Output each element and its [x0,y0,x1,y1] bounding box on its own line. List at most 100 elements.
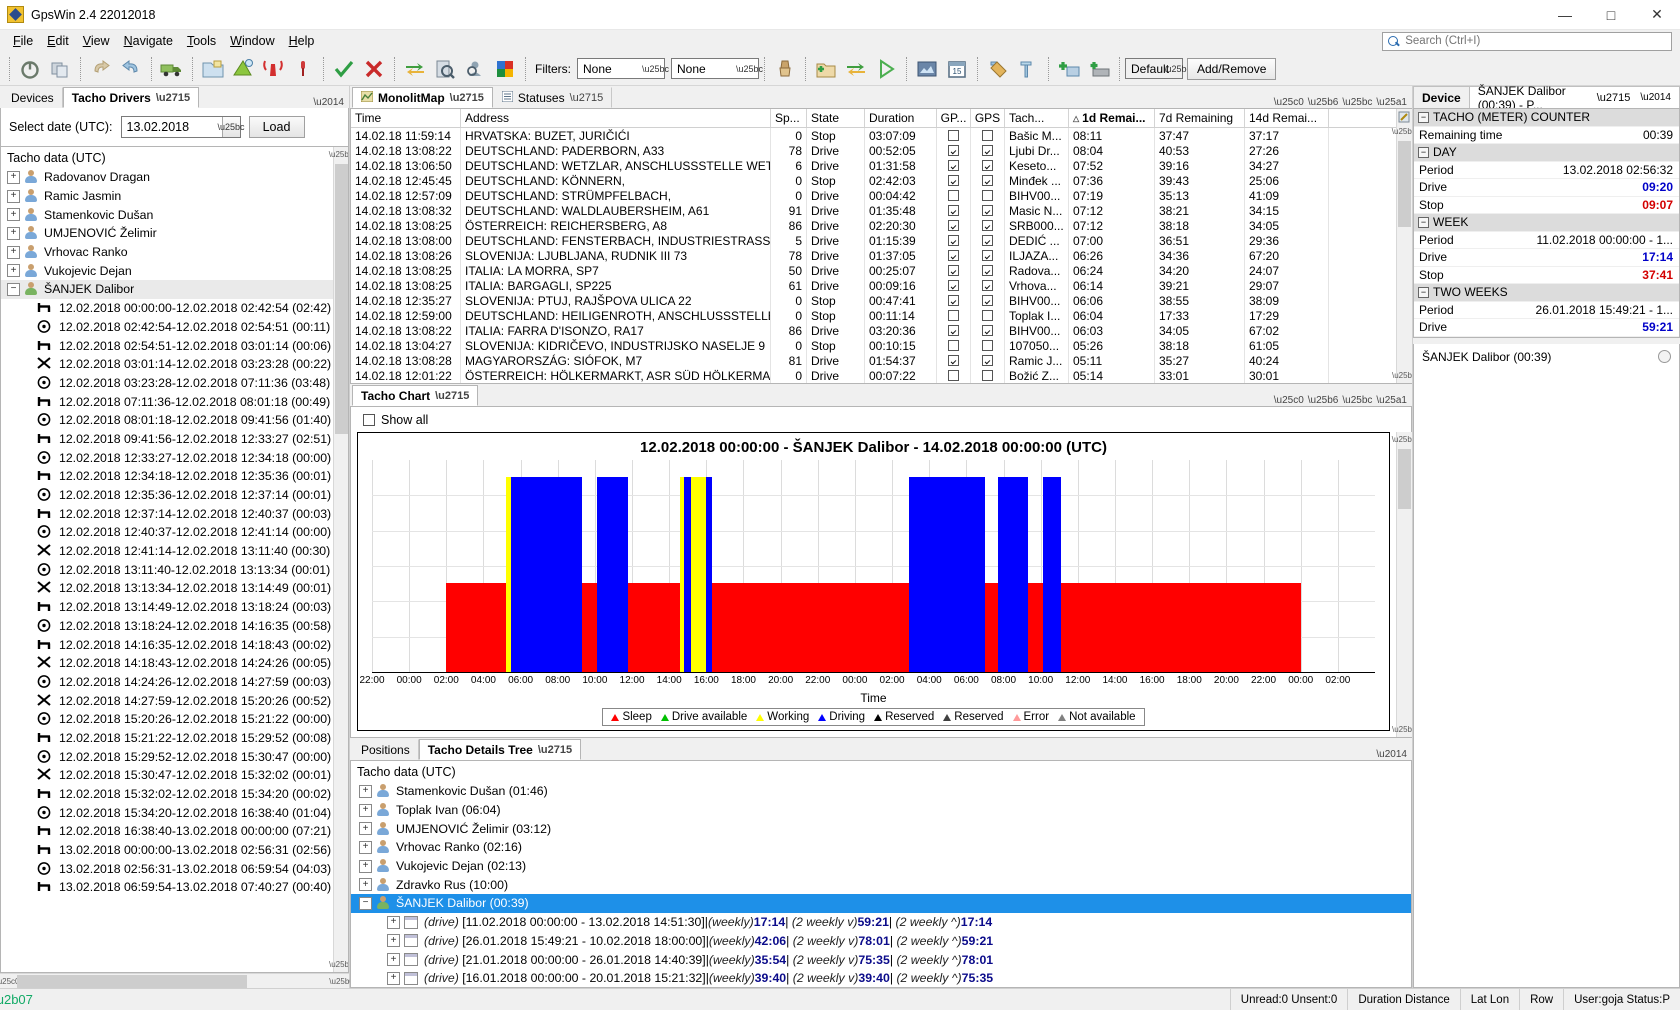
scroll-left-icon[interactable]: \u25c0 [0,974,20,989]
minimize-panel-icon[interactable]: \u2014 [1376,749,1407,760]
scroll-track[interactable] [1396,447,1412,722]
close-icon[interactable]: \u2715 [570,92,604,104]
tab-tacho-chart[interactable]: Tacho Chart \u2715 [352,385,479,406]
search-input[interactable] [1403,34,1667,48]
bottom-driver-row[interactable]: + Stamenkovic Dušan (01:46) [351,782,1411,801]
activity-row[interactable]: 12.02.2018 13:14:49-12.02.2018 13:18:24 … [1,598,333,617]
checkbox-gp[interactable] [948,235,959,246]
grid-settings-icon[interactable] [1396,109,1412,124]
calendar-icon[interactable]: 15 [943,55,971,83]
prev-icon[interactable]: \u25c0 [1274,395,1304,406]
grid-cell-gps[interactable] [971,308,1005,323]
activity-row[interactable]: 12.02.2018 02:42:54-12.02.2018 02:54:51 … [1,318,333,337]
bottom-driver-row-selected[interactable]: − ŠANJEK Dalibor (00:39) [351,894,1411,913]
find-person-icon[interactable] [461,55,489,83]
profile-select[interactable]: Default \u25bc [1125,58,1191,79]
next-icon[interactable]: \u25b6 [1308,97,1339,108]
expand-icon[interactable]: + [7,170,20,184]
menu-icon[interactable]: \u25bc [1342,395,1372,406]
minimize-button[interactable]: — [1542,0,1588,30]
checkbox-gps[interactable] [982,310,993,321]
table-row[interactable]: 14.02.18 13:08:25 ÖSTERREICH: REICHERSBER… [351,218,1396,233]
prev-icon[interactable]: \u25c0 [1274,97,1304,108]
add-group-icon[interactable] [1055,55,1083,83]
config-tool-icon[interactable] [984,55,1012,83]
bottom-driver-row[interactable]: + Zdravko Rus (10:00) [351,875,1411,894]
delete-icon[interactable] [360,55,388,83]
grid-header-7[interactable]: Tach... [1005,109,1069,127]
activity-row[interactable]: 12.02.2018 12:37:14-12.02.2018 12:40:37 … [1,504,333,523]
grid-cell-gps[interactable] [971,158,1005,173]
table-row[interactable]: 14.02.18 13:08:25 ITALIA: LA MORRA, SP7 50… [351,263,1396,278]
bottom-driver-row[interactable]: + Vukojevic Dejan (02:13) [351,857,1411,876]
group-header[interactable]: − TACHO (METER) COUNTER [1414,109,1679,127]
checkbox-gps[interactable] [982,220,993,231]
google-icon[interactable] [491,55,519,83]
menu-tools[interactable]: Tools [180,32,223,50]
checkbox-gp[interactable] [948,325,959,336]
scroll-thumb[interactable] [17,974,247,988]
activity-row[interactable]: 12.02.2018 09:41:56-12.02.2018 12:33:27 … [1,430,333,449]
table-row[interactable]: 14.02.18 13:08:25 ITALIA: BARGAGLI, SP225… [351,278,1396,293]
grid-cell-gp[interactable] [937,218,971,233]
collapse-icon[interactable]: − [1418,111,1429,123]
clean-icon[interactable] [771,55,799,83]
grid-header-8[interactable]: △ 1d Remai... [1069,109,1155,127]
swap-icon[interactable] [401,55,429,83]
table-row[interactable]: 14.02.18 13:08:00 DEUTSCHLAND: FENSTERBAC… [351,233,1396,248]
table-row[interactable]: 14.02.18 13:08:26 SLOVENIJA: LJUBLJANA, R… [351,248,1396,263]
expand-icon[interactable]: + [387,915,400,929]
grid-cell-gp[interactable] [937,173,971,188]
checkbox-gp[interactable] [948,355,959,366]
sidebar-driver-row[interactable]: + UMJENOVIĆ Želimir [1,224,333,243]
grid-cell-gp[interactable] [937,128,971,143]
expand-icon[interactable]: + [7,245,20,259]
grid-cell-gp[interactable] [937,278,971,293]
table-row[interactable]: 14.02.18 12:45:45 DEUTSCHLAND: KÖNNERN, 0 S… [351,173,1396,188]
close-icon[interactable]: \u2715 [538,744,572,756]
grid-cell-gps[interactable] [971,173,1005,188]
expand-icon[interactable]: + [7,189,20,203]
checkbox-gp[interactable] [948,295,959,306]
undo-icon[interactable] [87,55,115,83]
grid-cell-gp[interactable] [937,158,971,173]
grid-cell-gp[interactable] [937,188,971,203]
grid-cell-gp[interactable] [937,233,971,248]
activity-row[interactable]: 12.02.2018 15:20:26-12.02.2018 15:21:22 … [1,710,333,729]
grid-cell-gp[interactable] [937,263,971,278]
table-row[interactable]: 14.02.18 13:08:32 DEUTSCHLAND: WALDLAUBER… [351,203,1396,218]
grid-cell-gps[interactable] [971,128,1005,143]
scroll-down-icon[interactable]: \u25bc [1392,722,1416,737]
grid-cell-gps[interactable] [971,353,1005,368]
checkbox-gp[interactable] [948,370,959,381]
copy-icon[interactable] [46,55,74,83]
scroll-up-icon[interactable]: \u25b2 [1392,432,1416,447]
date-input[interactable]: 13.02.2018 \u25bc [120,116,245,138]
expand-icon[interactable]: + [7,226,20,240]
play-icon[interactable] [872,55,900,83]
activity-row[interactable]: 12.02.2018 15:29:52-12.02.2018 15:30:47 … [1,747,333,766]
grid-cell-gps[interactable] [971,323,1005,338]
grid-header-1[interactable]: Address [461,109,771,127]
checkbox-gps[interactable] [982,250,993,261]
checkbox-gps[interactable] [982,370,993,381]
checkbox-gps[interactable] [982,145,993,156]
search-doc-icon[interactable] [431,55,459,83]
checkbox-gp[interactable] [948,130,959,141]
checkbox-gps[interactable] [982,280,993,291]
activity-row[interactable]: 13.02.2018 00:00:00-13.02.2018 02:56:31 … [1,841,333,860]
close-button[interactable]: ✕ [1634,0,1680,30]
checkbox-gp[interactable] [948,190,959,201]
activity-row[interactable]: 12.02.2018 02:54:51-12.02.2018 03:01:14 … [1,336,333,355]
menu-icon[interactable]: \u25bc [1342,97,1372,108]
activity-row[interactable]: 12.02.2018 12:34:18-12.02.2018 12:35:36 … [1,467,333,486]
next-icon[interactable]: \u25b6 [1308,395,1339,406]
hammer-icon[interactable] [1014,55,1042,83]
expand-icon[interactable]: + [359,878,372,892]
tab-monolitmap[interactable]: MonolitMap \u2715 [352,87,493,108]
group-header[interactable]: − WEEK [1414,214,1679,232]
activity-row[interactable]: 12.02.2018 00:00:00-12.02.2018 02:42:54 … [1,299,333,318]
grid-header-2[interactable]: Sp... [771,109,807,127]
grid-cell-gp[interactable] [937,203,971,218]
image-icon[interactable] [913,55,941,83]
